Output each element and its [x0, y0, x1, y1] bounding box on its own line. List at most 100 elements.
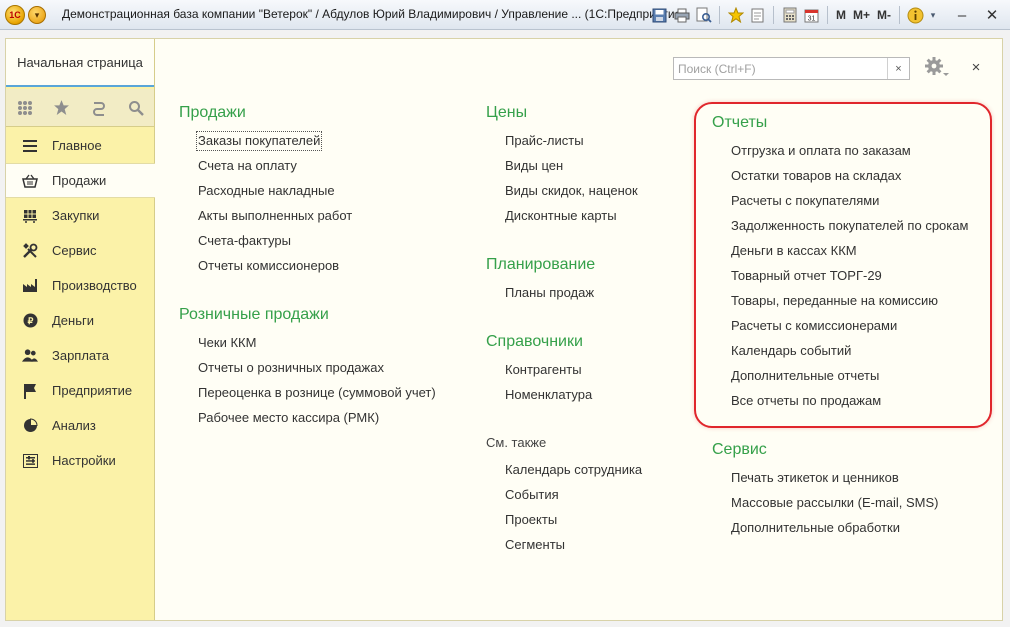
list-item[interactable]: Календарь сотрудника	[504, 461, 643, 486]
list-item[interactable]: События	[504, 486, 643, 511]
command-link[interactable]: Прайс-листы	[504, 132, 585, 150]
section-analysis[interactable]: Анализ	[6, 408, 154, 443]
list-item[interactable]: Дополнительные обработки	[730, 519, 940, 544]
list-item[interactable]: Виды скидок, наценок	[504, 182, 639, 207]
gear-icon[interactable]	[922, 54, 952, 82]
command-link[interactable]: Сегменты	[504, 536, 566, 554]
home-page-tab[interactable]: Начальная страница	[6, 39, 154, 87]
app-logo-icon[interactable]: 1C	[5, 5, 25, 25]
command-link[interactable]: Виды скидок, наценок	[504, 182, 639, 200]
minimize-button[interactable]: –	[952, 5, 972, 25]
list-item[interactable]: Дополнительные отчеты	[730, 367, 969, 392]
list-item[interactable]: Отчеты комиссионеров	[197, 257, 353, 282]
memory-m-button[interactable]: M	[834, 6, 848, 25]
list-item[interactable]: Все отчеты по продажам	[730, 392, 969, 417]
preview-icon[interactable]	[694, 6, 713, 25]
command-link[interactable]: События	[504, 486, 560, 504]
report-link[interactable]: Задолженность покупателей по срокам	[730, 217, 969, 235]
command-link[interactable]: Дополнительные обработки	[730, 519, 901, 537]
calculator-icon[interactable]	[780, 6, 799, 25]
list-item[interactable]: Рабочее место кассира (РМК)	[197, 409, 437, 434]
save-icon[interactable]	[650, 6, 669, 25]
search-clear-button[interactable]: ×	[887, 58, 909, 79]
command-link[interactable]: Отчеты комиссионеров	[197, 257, 340, 275]
list-item[interactable]: Календарь событий	[730, 342, 969, 367]
command-link[interactable]: Планы продаж	[504, 284, 595, 302]
report-link[interactable]: Деньги в кассах ККМ	[730, 242, 858, 260]
command-link[interactable]: Массовые рассылки (E-mail, SMS)	[730, 494, 940, 512]
report-link[interactable]: Товарный отчет ТОРГ-29	[730, 267, 883, 285]
list-item[interactable]: Счета на оплату	[197, 157, 353, 182]
list-item[interactable]: Контрагенты	[504, 361, 593, 386]
info-icon[interactable]	[906, 6, 925, 25]
list-item[interactable]: Отчеты о розничных продажах	[197, 359, 437, 384]
search-icon[interactable]	[117, 89, 154, 127]
memory-minus-button[interactable]: M-	[875, 6, 893, 25]
section-purchases[interactable]: Закупки	[6, 198, 154, 233]
list-item[interactable]: Акты выполненных работ	[197, 207, 353, 232]
report-link[interactable]: Дополнительные отчеты	[730, 367, 880, 385]
command-link[interactable]: Виды цен	[504, 157, 564, 175]
command-link[interactable]: Переоценка в рознице (суммовой учет)	[197, 384, 437, 402]
history-icon[interactable]	[80, 89, 117, 127]
section-settings[interactable]: Настройки	[6, 443, 154, 478]
list-item[interactable]: Расходные накладные	[197, 182, 353, 207]
list-item[interactable]: Остатки товаров на складах	[730, 167, 969, 192]
report-link[interactable]: Отгрузка и оплата по заказам	[730, 142, 912, 160]
window-close-button[interactable]: ✕	[982, 5, 1002, 25]
list-item[interactable]: Задолженность покупателей по срокам	[730, 217, 969, 242]
command-link[interactable]: Рабочее место кассира (РМК)	[197, 409, 380, 427]
command-link[interactable]: Акты выполненных работ	[197, 207, 353, 225]
list-item[interactable]: Прайс-листы	[504, 132, 639, 157]
memory-plus-button[interactable]: M+	[851, 6, 872, 25]
list-item[interactable]: Планы продаж	[504, 284, 595, 309]
list-item[interactable]: Расчеты с покупателями	[730, 192, 969, 217]
list-item[interactable]: Чеки ККМ	[197, 334, 437, 359]
link-icon[interactable]	[748, 6, 767, 25]
command-link[interactable]: Номенклатура	[504, 386, 593, 404]
apps-grid-icon[interactable]	[6, 89, 43, 127]
list-item[interactable]: Товарный отчет ТОРГ-29	[730, 267, 969, 292]
report-link[interactable]: Расчеты с покупателями	[730, 192, 880, 210]
command-link[interactable]: Календарь сотрудника	[504, 461, 643, 479]
report-link[interactable]: Остатки товаров на складах	[730, 167, 902, 185]
section-production[interactable]: Производство	[6, 268, 154, 303]
command-link[interactable]: Счета на оплату	[197, 157, 298, 175]
print-icon[interactable]	[672, 6, 691, 25]
list-item[interactable]: Сегменты	[504, 536, 643, 561]
command-link[interactable]: Счета-фактуры	[197, 232, 292, 250]
close-icon[interactable]: ×	[968, 57, 984, 77]
list-item[interactable]: Товары, переданные на комиссию	[730, 292, 969, 317]
report-link[interactable]: Все отчеты по продажам	[730, 392, 882, 410]
calendar-icon[interactable]: 31	[802, 6, 821, 25]
report-link[interactable]: Товары, переданные на комиссию	[730, 292, 939, 310]
list-item[interactable]: Виды цен	[504, 157, 639, 182]
list-item[interactable]: Счета-фактуры	[197, 232, 353, 257]
command-link[interactable]: Расходные накладные	[197, 182, 336, 200]
command-link[interactable]: Чеки ККМ	[197, 334, 257, 352]
search-input[interactable]	[674, 58, 886, 79]
command-link[interactable]: Отчеты о розничных продажах	[197, 359, 385, 377]
list-item[interactable]: Массовые рассылки (E-mail, SMS)	[730, 494, 940, 519]
section-sales[interactable]: Продажи	[6, 163, 155, 198]
section-salary[interactable]: Зарплата	[6, 338, 154, 373]
list-item[interactable]: Заказы покупателей	[195, 131, 353, 157]
report-link[interactable]: Календарь событий	[730, 342, 852, 360]
list-item[interactable]: Номенклатура	[504, 386, 593, 411]
section-service[interactable]: Сервис	[6, 233, 154, 268]
section-money[interactable]: ₽ Деньги	[6, 303, 154, 338]
command-link[interactable]: Дисконтные карты	[504, 207, 618, 225]
command-link[interactable]: Печать этикеток и ценников	[730, 469, 900, 487]
star-icon[interactable]	[43, 89, 80, 127]
list-item[interactable]: Дисконтные карты	[504, 207, 639, 232]
list-item[interactable]: Расчеты с комиссионерами	[730, 317, 969, 342]
list-item[interactable]: Проекты	[504, 511, 643, 536]
command-link[interactable]: Заказы покупателей	[195, 131, 323, 151]
section-main[interactable]: Главное	[6, 128, 154, 163]
list-item[interactable]: Деньги в кассах ККМ	[730, 242, 969, 267]
list-item[interactable]: Отгрузка и оплата по заказам	[730, 142, 969, 167]
command-link[interactable]: Проекты	[504, 511, 558, 529]
command-link[interactable]: Контрагенты	[504, 361, 583, 379]
list-item[interactable]: Переоценка в рознице (суммовой учет)	[197, 384, 437, 409]
section-enterprise[interactable]: Предприятие	[6, 373, 154, 408]
